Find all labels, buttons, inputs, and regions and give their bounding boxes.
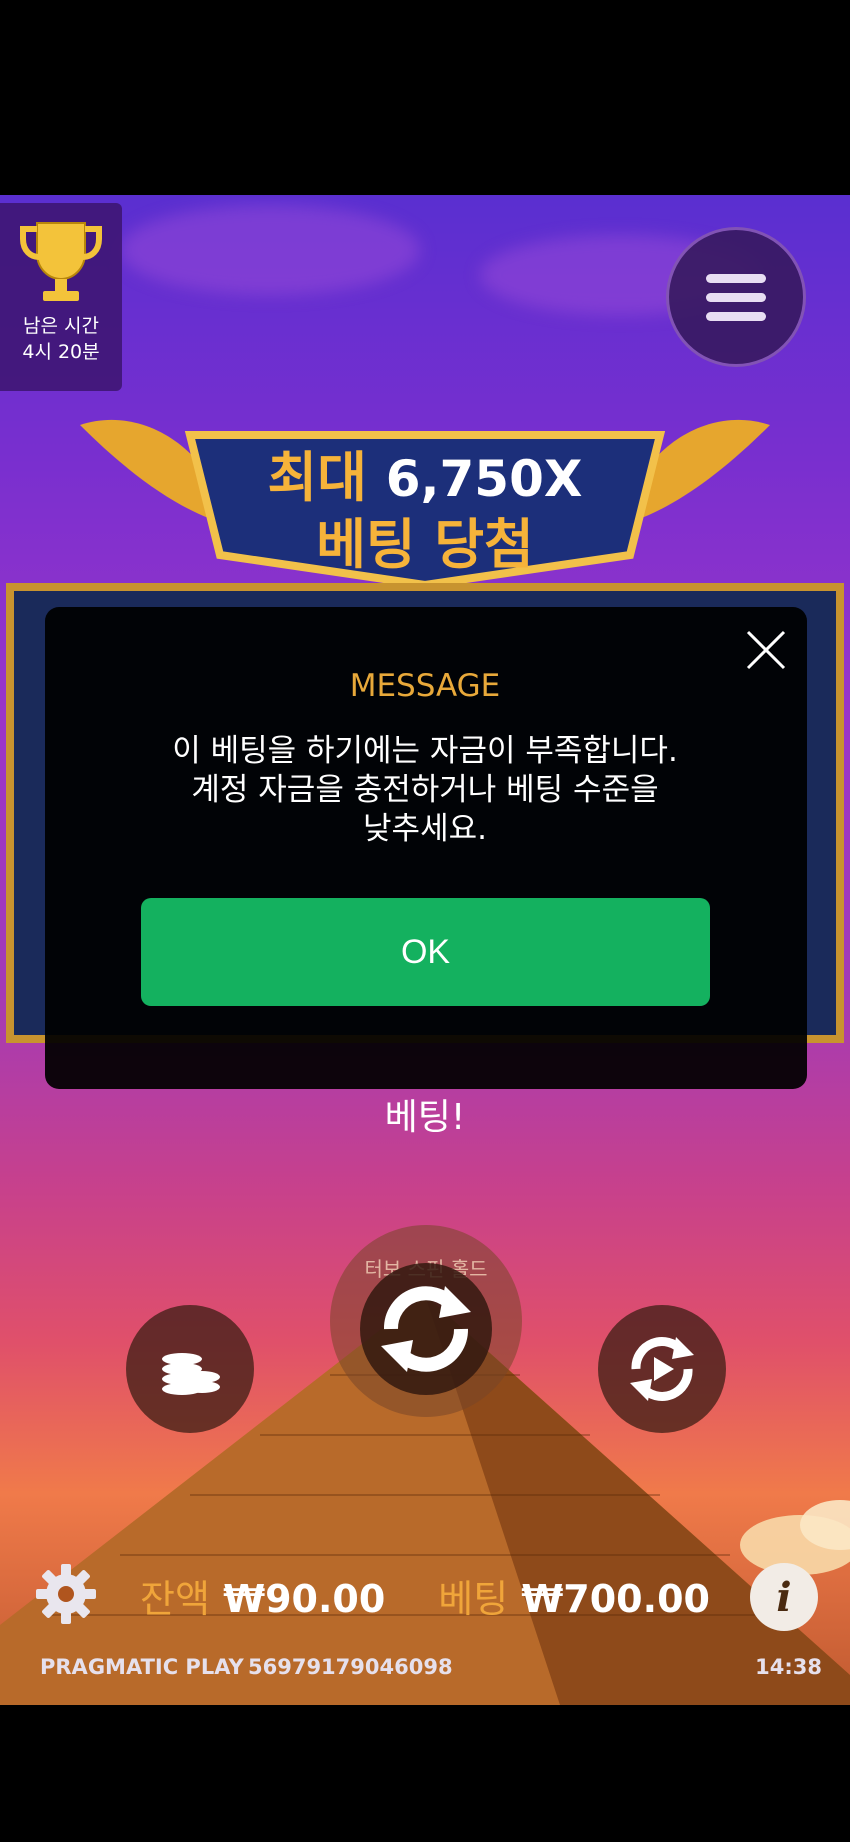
clock: 14:38 [755, 1655, 822, 1679]
balance-label: 잔액 [140, 1577, 210, 1621]
close-icon [746, 630, 786, 670]
brand-label: PRAGMATIC PLAY [40, 1655, 244, 1679]
cloud [120, 205, 420, 295]
autoplay-button[interactable] [598, 1305, 726, 1433]
banner-text: 최대 6,750X 베팅 당첨 [0, 445, 850, 578]
session-id: 56979179046098 [248, 1655, 453, 1679]
bet-label: 베팅 [438, 1577, 509, 1621]
spin-icon [381, 1286, 471, 1372]
menu-icon [706, 273, 766, 283]
banner-subtitle: 베팅 당첨 [316, 513, 534, 576]
autoplay-icon [630, 1337, 694, 1401]
balance-value: ₩90.00 [223, 1577, 386, 1621]
banner-multiplier: 6,750X [385, 450, 583, 508]
footer: PRAGMATIC PLAY 56979179046098 14:38 [0, 1655, 850, 1689]
balance-bar: 잔액 ₩90.00 베팅 ₩700.00 [0, 1568, 850, 1623]
tournament-timer[interactable]: 남은 시간 4시 20분 [0, 203, 122, 391]
spin-button[interactable] [360, 1263, 492, 1395]
info-button[interactable]: i [750, 1563, 818, 1631]
ok-button[interactable]: OK [141, 898, 710, 1006]
bet-value: ₩700.00 [521, 1577, 710, 1621]
timer-value: 4시 20분 [22, 341, 100, 363]
dialog-body: 이 베팅을 하기에는 자금이 부족합니다. 계정 자금을 충전하거나 베팅 수준… [0, 732, 850, 849]
info-icon: i [776, 1573, 792, 1621]
dialog-line: 계정 자금을 충전하거나 베팅 수준을 [191, 772, 659, 808]
dialog-line: 이 베팅을 하기에는 자금이 부족합니다. [172, 733, 678, 769]
trophy-icon [20, 222, 102, 301]
menu-button[interactable] [666, 227, 806, 367]
banner-prefix: 최대 [267, 446, 367, 509]
close-button[interactable] [744, 628, 788, 672]
dialog-line: 낮추세요. [363, 811, 487, 847]
bet-coins-button[interactable] [126, 1305, 254, 1433]
coins-icon [162, 1353, 220, 1395]
dialog-title: MESSAGE [349, 668, 501, 704]
bet-prompt: 베팅! [384, 1097, 466, 1138]
timer-label: 남은 시간 [23, 315, 99, 337]
